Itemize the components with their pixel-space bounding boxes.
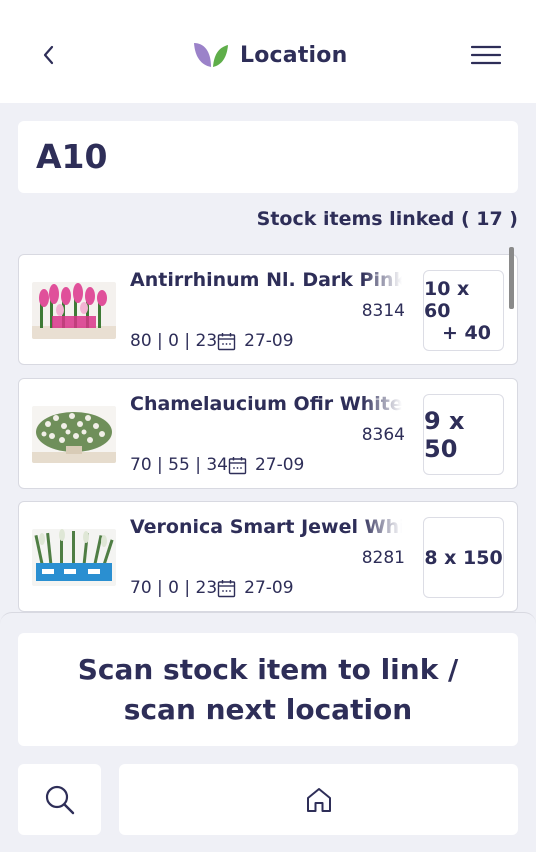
stock-item-meta: 70 | 55 | 34 27-09	[130, 455, 304, 475]
flower-thumbnail-veronica	[32, 529, 116, 586]
scan-prompt-text: Scan stock item to link / scan next loca…	[77, 652, 459, 726]
stock-item-name: Chamelaucium Ofir White	[130, 393, 402, 415]
search-icon	[45, 785, 74, 814]
chevron-left-icon	[43, 45, 54, 65]
scan-prompt-card: Scan stock item to link / scan next loca…	[18, 633, 518, 746]
header-title-group: Location	[192, 40, 347, 70]
app-header: Location	[0, 0, 536, 103]
stock-items-linked-count: Stock items linked ( 17 )	[256, 208, 518, 230]
location-card: A10	[18, 121, 518, 193]
hamburger-menu-icon	[471, 45, 501, 65]
location-code: A10	[36, 137, 108, 176]
flower-thumbnail-antirrhinum	[32, 282, 116, 339]
stock-item-quantity[interactable]: 8 x 150	[423, 517, 504, 598]
stock-item-quantity[interactable]: 9 x 50	[423, 394, 504, 475]
calendar-icon	[228, 456, 247, 474]
stock-item-meta: 70 | 0 | 23 27-09	[130, 578, 294, 598]
bottom-panel: Scan stock item to link / scan next loca…	[0, 612, 536, 852]
stock-item-name: Veronica Smart Jewel White	[130, 516, 402, 538]
home-icon	[306, 787, 331, 812]
page-title: Location	[240, 42, 348, 68]
leaf-logo-icon	[194, 43, 228, 67]
quantity-line-1: 8 x 150	[424, 546, 503, 569]
back-button[interactable]	[34, 38, 62, 72]
stock-item-date: 27-09	[244, 578, 294, 598]
stock-item-name: Antirrhinum Nl. Dark Pink	[130, 269, 402, 291]
stock-item-code: 8364	[361, 425, 405, 445]
quantity-line-2: + 40	[442, 321, 491, 344]
calendar-icon	[217, 579, 236, 597]
calendar-icon	[217, 332, 236, 350]
stock-item-date: 27-09	[254, 455, 305, 475]
list-scrollbar[interactable]	[509, 247, 514, 309]
stock-item-list[interactable]: Antirrhinum Nl. Dark Pink 8314 80 | 0 | …	[18, 252, 518, 612]
stock-item-stats: 70 | 55 | 34	[130, 455, 228, 475]
home-button[interactable]	[119, 764, 518, 835]
stock-item-code: 8281	[361, 548, 405, 568]
stock-item-code: 8314	[361, 301, 405, 321]
flower-thumbnail-chamelaucium	[32, 406, 116, 463]
stock-item-row[interactable]: Chamelaucium Ofir White 8364 70 | 55 | 3…	[18, 378, 518, 489]
stock-item-quantity[interactable]: 10 x 60 + 40	[423, 270, 504, 351]
stock-item-stats: 80 | 0 | 23	[130, 331, 218, 351]
search-button[interactable]	[18, 764, 101, 835]
stock-item-row[interactable]: Antirrhinum Nl. Dark Pink 8314 80 | 0 | …	[18, 254, 518, 365]
quantity-line-1: 10 x 60	[424, 277, 470, 322]
stock-item-date: 27-09	[244, 331, 294, 351]
stock-item-row[interactable]: Veronica Smart Jewel White 8281 70 | 0 |…	[18, 501, 518, 612]
stock-item-stats: 70 | 0 | 23	[130, 578, 218, 598]
stock-item-meta: 80 | 0 | 23 27-09	[130, 331, 294, 351]
quantity-line-1: 9 x 50	[424, 406, 465, 463]
menu-button[interactable]	[468, 40, 504, 70]
